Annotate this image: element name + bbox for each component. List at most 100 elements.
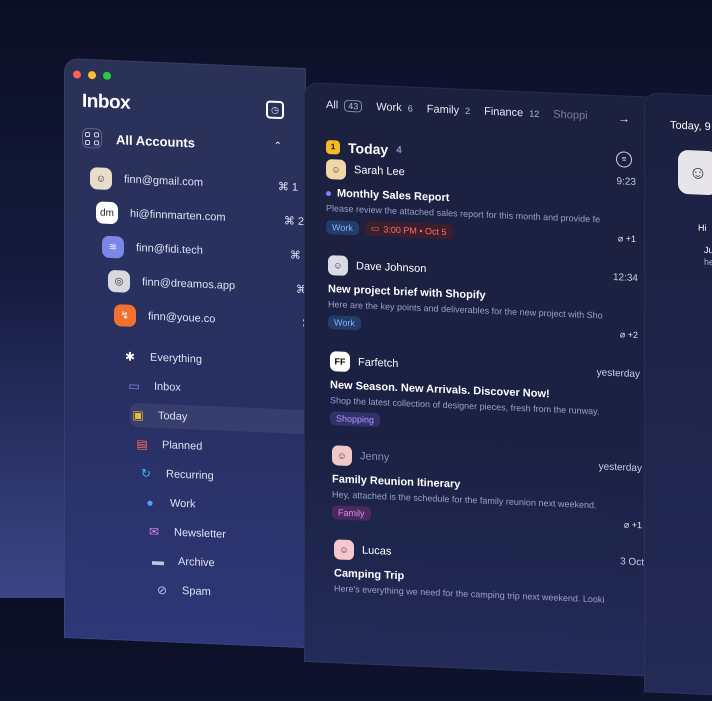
tab-all[interactable]: All 43 [326, 98, 363, 113]
window-controls [73, 70, 111, 80]
paperclip-icon: ⌀ [623, 518, 632, 530]
archive-icon: ▬ [152, 553, 164, 569]
inbox-icon: ▭ [128, 378, 140, 394]
tab-shoppi[interactable]: Shoppi [553, 109, 587, 122]
compose-icon[interactable]: ◷ [266, 100, 284, 120]
account-email: finn@fidi.tech [136, 242, 203, 257]
category-tabs: All 43 Work 6 Family 2 Finance 12 Shoppi [326, 99, 588, 122]
calendar-today-icon: ▣ [132, 407, 144, 423]
attachment-count: ⌀ +2 [620, 329, 638, 341]
tab-family[interactable]: Family 2 [427, 103, 470, 117]
email-subject: Family Reunion Itinerary [332, 473, 461, 491]
email-time: 3 Oct [620, 555, 644, 568]
email-tag[interactable]: Work [328, 315, 361, 331]
all-accounts-toggle[interactable]: All Accounts ⌃ [82, 125, 282, 159]
tab-count: 6 [407, 103, 413, 114]
work-icon: ● [146, 495, 154, 510]
chevron-up-icon: ⌃ [273, 140, 282, 152]
account-item[interactable]: ☺ finn@gmail.com ⌘ 1 [90, 165, 298, 200]
account-email: finn@gmail.com [124, 173, 204, 189]
video-icon: ▭ [370, 222, 380, 234]
email-item[interactable]: FF Farfetch yesterday New Season. New Arriv… [330, 351, 640, 438]
email-sender: Jenny [360, 450, 390, 464]
account-avatar: ≋ [102, 235, 124, 259]
sidebar: Inbox ◷ All Accounts ⌃ ☺ finn@gmail.com ⌘ … [64, 58, 362, 649]
email-tag[interactable]: Work [326, 219, 359, 235]
section-count: 4 [396, 144, 402, 156]
email-item[interactable]: ☺ Sarah Lee 9:23 Monthly Sales Report Please… [326, 158, 636, 247]
account-shortcut: ⌘ 2 [283, 214, 304, 228]
attachment-count: ⌀ +1 [618, 233, 636, 245]
paperclip-icon: ⌀ [619, 328, 628, 340]
more-tabs-arrow-icon[interactable]: → [618, 111, 630, 126]
tab-label: All [326, 98, 339, 112]
paperclip-icon: ⌀ [617, 233, 626, 244]
filter-icon[interactable]: ≡ [616, 151, 632, 168]
email-item[interactable]: ☺ Lucas 3 Oct Camping Trip Here's everything… [334, 539, 644, 606]
sender-avatar: ☺ [326, 158, 346, 180]
tab-label: Shoppi [553, 108, 588, 122]
all-accounts-label: All Accounts [116, 131, 195, 150]
account-avatar: ☺ [90, 167, 112, 191]
tab-count: 43 [344, 99, 363, 113]
email-subject: New project brief with Shopify [328, 283, 486, 302]
calendar-planned-icon: ▤ [136, 437, 148, 452]
attachment-count-value: +1 [631, 519, 642, 530]
email-item[interactable]: ☺ Jenny yesterday Family Reunion Itinerary H… [332, 445, 642, 532]
newsletter-icon: ✉ [148, 524, 160, 539]
email-item[interactable]: ☺ Dave Johnson 12:34 New project brief with… [328, 255, 638, 342]
detail-greeting: Hi [698, 222, 707, 233]
sender-avatar: ☺ [328, 255, 348, 276]
close-window-button[interactable] [73, 70, 81, 79]
event-badge[interactable]: ▭ 3:00 PM • Oct 5 [364, 220, 453, 240]
detail-date: Today, 9 [670, 119, 711, 134]
account-item[interactable]: ◎finn@dreamos.app⌘ 4 [108, 268, 316, 303]
account-avatar: ◎ [108, 269, 130, 293]
tab-work[interactable]: Work 6 [376, 101, 412, 115]
email-sender: Lucas [362, 544, 392, 558]
account-email: finn@youe.co [148, 310, 216, 326]
sender-avatar: FF [330, 351, 350, 372]
email-tag[interactable]: Family [332, 505, 371, 521]
email-sender: Farfetch [358, 356, 399, 371]
calendar-today-icon: 1 [326, 139, 340, 155]
spam-icon: ⊘ [156, 582, 168, 598]
email-sender: Sarah Lee [354, 164, 405, 179]
account-email: finn@dreamos.app [142, 276, 236, 293]
account-shortcut: ⌘ 1 [277, 180, 298, 194]
detail-body-line: he [704, 256, 712, 268]
email-tag[interactable]: Shopping [330, 411, 381, 428]
email-time: yesterday [596, 366, 640, 380]
section-header: 1 Today 4 [326, 139, 402, 158]
sender-avatar: ☺ [334, 539, 354, 561]
app-window: Inbox ◷ All Accounts ⌃ ☺ finn@gmail.com ⌘ … [64, 58, 712, 701]
sender-avatar: ☺ [678, 149, 712, 196]
email-time: yesterday [598, 460, 642, 474]
minimize-window-button[interactable] [88, 71, 96, 80]
email-subject: Camping Trip [334, 567, 405, 583]
maximize-window-button[interactable] [103, 71, 111, 80]
section-title: Today [348, 139, 389, 158]
sidebar-item-label: Everything [150, 351, 202, 366]
email-detail-panel: Today, 9 ☺ Hi Ju he [644, 92, 712, 701]
recurring-icon: ↻ [140, 466, 152, 481]
unread-dot-icon [326, 190, 331, 196]
sidebar-item-everything[interactable]: ✱Everything43 [122, 344, 334, 377]
email-sender: Dave Johnson [356, 260, 427, 276]
detail-body-line: Ju [704, 244, 712, 256]
account-avatar: dm [96, 201, 118, 225]
sender-avatar: ☺ [332, 445, 352, 467]
email-subject: Monthly Sales Report [337, 187, 450, 205]
attachment-count-value: +2 [627, 329, 638, 340]
email-time: 9:23 [616, 175, 636, 188]
attachment-count-value: +1 [625, 233, 636, 244]
account-item[interactable]: ↯finn@youe.co⌘ 5 [114, 302, 322, 337]
account-avatar: ↯ [114, 304, 136, 328]
app-logo: Inbox [82, 90, 131, 114]
account-email: hi@finnmarten.com [130, 207, 226, 224]
account-item[interactable]: ≋ finn@fidi.tech ⌘ 3 [102, 234, 310, 269]
asterisk-icon: ✱ [124, 349, 136, 364]
email-time: 12:34 [612, 271, 638, 284]
tab-finance[interactable]: Finance 12 [484, 106, 539, 120]
account-item[interactable]: dm hi@finnmarten.com ⌘ 2 [96, 199, 304, 234]
